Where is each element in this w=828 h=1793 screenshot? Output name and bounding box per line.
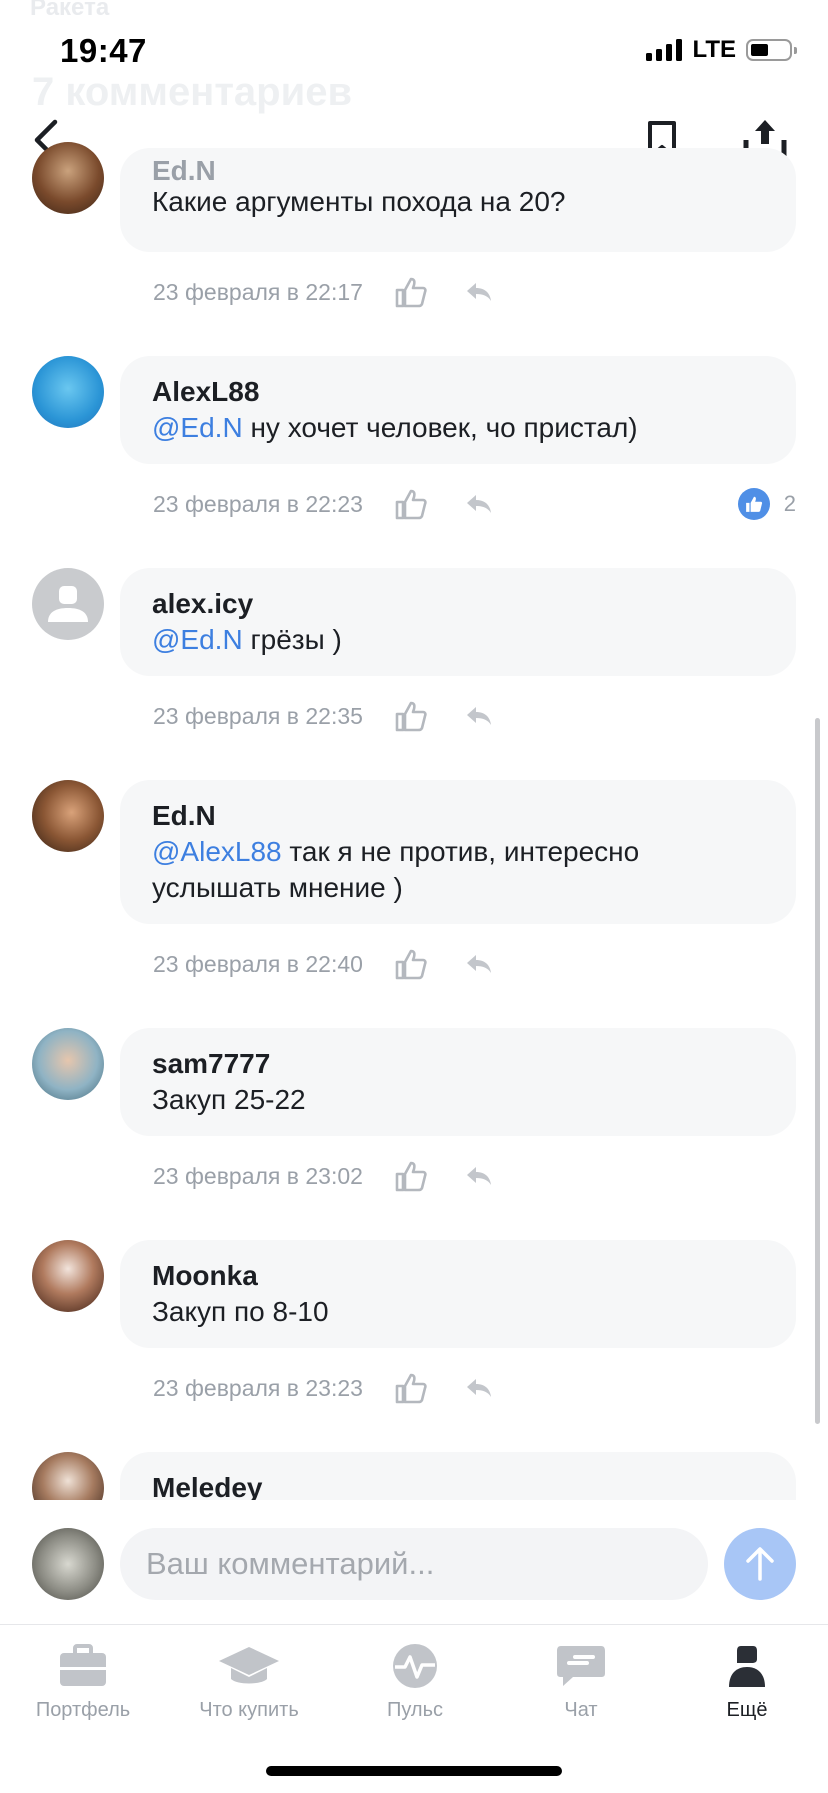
send-button[interactable] — [724, 1528, 796, 1600]
my-avatar[interactable] — [32, 1528, 104, 1600]
arrow-up-icon — [746, 1547, 774, 1581]
comment: Meledey — [0, 0, 828, 1500]
tab-chat[interactable]: Чат — [498, 1643, 664, 1722]
scrollbar[interactable] — [815, 718, 820, 1424]
tab-what-to-buy[interactable]: Что купить — [166, 1643, 332, 1722]
comment-input[interactable] — [120, 1528, 708, 1600]
graduation-cap-icon — [219, 1647, 279, 1684]
tab-pulse[interactable]: Пульс — [332, 1643, 498, 1722]
tab-label: Чат — [564, 1699, 598, 1721]
pulse-icon — [393, 1644, 437, 1688]
tab-label: Портфель — [35, 1699, 131, 1721]
tab-label: Ещё — [726, 1699, 768, 1721]
chat-icon — [557, 1646, 605, 1686]
profile-icon — [729, 1646, 765, 1687]
comment-author[interactable]: Meledey — [152, 1470, 764, 1500]
tab-label: Что купить — [199, 1699, 299, 1721]
briefcase-icon — [60, 1644, 106, 1686]
comment-composer — [0, 1500, 828, 1624]
tab-more[interactable]: Ещё — [664, 1643, 828, 1722]
comment-bubble: Meledey — [120, 1452, 796, 1500]
home-indicator — [266, 1766, 562, 1776]
tab-label: Пульс — [386, 1699, 444, 1721]
avatar[interactable] — [32, 1452, 104, 1500]
tab-portfolio[interactable]: Портфель — [0, 1643, 166, 1722]
